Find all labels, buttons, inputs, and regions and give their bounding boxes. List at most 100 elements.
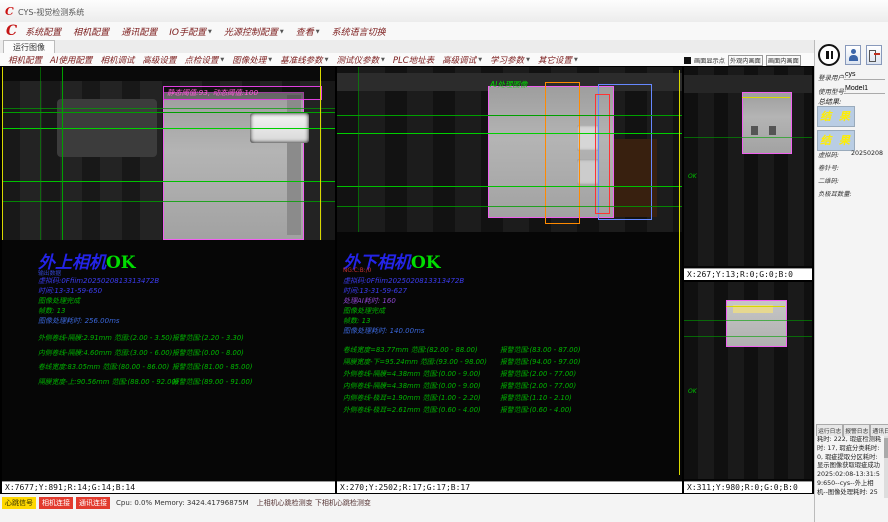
app-window: C CYS-视觉检测系统 C 系统配置 相机配置 通讯配置 IO手配置▼ 光源控…: [0, 0, 888, 522]
laser-line: [2, 67, 3, 240]
chevron-down-icon: ▼: [316, 29, 320, 35]
threshold-text: 静态阈值:93, 动态阈值:100: [167, 88, 258, 98]
toolbar-item[interactable]: 学习参数▼: [490, 54, 530, 66]
log-tab[interactable]: 通讯日志: [870, 424, 888, 436]
menu-item[interactable]: 光源控制配置▼: [224, 25, 284, 38]
aux-top-coordinate-bar: X:267;Y:13;R:0;G:0;B:0: [684, 268, 812, 280]
chevron-down-icon: ▼: [280, 29, 284, 35]
measure-row: 隔膜宽度-下=95.24mm 范围:(93.00 - 98.00) 报警范围:(…: [337, 356, 682, 368]
tab-strip: 运行图像: [0, 40, 888, 53]
overlay-subtext: NG:C:B:/0: [343, 268, 371, 274]
side-field-row: 负极耳数量:: [815, 189, 888, 202]
annotation-line: [337, 186, 682, 187]
toolbar-item[interactable]: 高级调试▼: [442, 54, 482, 66]
info-line: 图像处理耗时: 140.00ms: [343, 326, 464, 336]
machine-rail: [684, 75, 812, 93]
info-line: 虚拟码:0Ffiim2025020813313472B: [343, 276, 464, 286]
bottom-strip: 心跳信号相机连接通讯连接 Cpu: 0.0% Memory: 3424.4179…: [0, 494, 814, 522]
toolbar-item[interactable]: 测试仪参数▼: [337, 54, 385, 66]
title-bar: C CYS-视觉检测系统: [0, 0, 888, 23]
result-badge: 结 果: [817, 130, 855, 151]
view-option-2[interactable]: 画面内画面: [766, 55, 801, 66]
info-line: 帧数: 13: [38, 306, 159, 316]
status-badge: 心跳信号: [2, 497, 36, 509]
toolbar-item[interactable]: 图像处理▼: [232, 54, 272, 66]
info-line: 时间:13-31-59-627: [343, 286, 464, 296]
user-lock-button[interactable]: [845, 45, 861, 65]
annotation-line: [2, 112, 335, 113]
left-camera-panel: 静态阈值:93, 动态阈值:100 外上相机OK 输出数据 虚拟码:0Ffiim…: [2, 67, 335, 493]
measure-row: 内侧卷线-极耳=1.90mm 范围:(1.00 - 2.20) 报警范围:(1.…: [337, 392, 682, 404]
pause-button[interactable]: [818, 44, 840, 66]
info-line: 图像处理完成: [38, 296, 159, 306]
measure-row: 内侧卷线-隔膜=4.38mm 范围:(0.00 - 9.00) 报警范围:(2.…: [337, 380, 682, 392]
chevron-down-icon: ▼: [381, 57, 385, 63]
menu-item[interactable]: 通讯配置: [121, 25, 157, 38]
ai-image-label: AI处理图像: [490, 79, 527, 90]
measure-row: 内侧卷线-隔膜:4.60mm 范围:(3.00 - 6.00) 报警范围:(0.…: [2, 347, 335, 362]
left-camera-image[interactable]: 静态阈值:93, 动态阈值:100: [2, 67, 335, 240]
window-title: CYS-视觉检测系统: [18, 7, 84, 18]
battery-cell-region: [726, 300, 787, 347]
menu-item[interactable]: 相机配置: [73, 25, 109, 38]
chevron-down-icon: ▼: [325, 57, 329, 63]
toolbar-item[interactable]: 相机调试: [100, 54, 134, 66]
toolbar-item[interactable]: 高级设置: [142, 54, 176, 66]
user-label: 登录用户:: [818, 72, 846, 82]
cpu-memory-text: Cpu: 0.0% Memory: 3424.41796875M: [116, 499, 249, 507]
model-field[interactable]: [845, 84, 885, 94]
aux-bottom-image[interactable]: OK: [684, 282, 812, 479]
menu-item[interactable]: 系统配置: [25, 25, 61, 38]
aux-top-image[interactable]: OK: [684, 67, 812, 266]
measure-rows: 外侧卷线-隔膜:2.91mm 范围:(2.00 - 3.50) 报警范围:(2.…: [2, 332, 335, 390]
toolbar-item[interactable]: 其它设置▼: [538, 54, 578, 66]
brand-logo-icon: C: [6, 23, 17, 39]
view-mode-icon: [684, 57, 691, 64]
log-scrollbar[interactable]: [884, 436, 888, 498]
toolbar-item[interactable]: 基准线参数▼: [280, 54, 328, 66]
log-tab[interactable]: 报警日志: [843, 424, 870, 436]
annotation-line: [337, 115, 682, 116]
door-icon: [869, 50, 876, 62]
scrollbar-thumb[interactable]: [884, 438, 888, 458]
measure-rows: 卷线宽度=83.77mm 范围:(82.00 - 88.00) 报警范围:(83…: [337, 344, 682, 416]
chevron-down-icon: ▼: [574, 57, 578, 63]
annotation-line: [337, 133, 682, 134]
view-mode-label: 画面显示点: [694, 56, 725, 65]
annotation-line: [62, 67, 63, 240]
toolbar-item[interactable]: AI使用配置: [50, 54, 92, 66]
info-line: 图像处理耗时: 256.00ms: [38, 316, 159, 326]
status-bar: 心跳信号相机连接通讯连接 Cpu: 0.0% Memory: 3424.4179…: [2, 497, 371, 509]
measure-row: 卷线宽度=83.77mm 范围:(82.00 - 88.00) 报警范围:(83…: [337, 344, 682, 356]
heartbeat-notes: 上相机心跳检测变 下相机心跳检测变: [257, 498, 371, 508]
side-fields: 虚拟码: 20250208 卷针号: 二维码: 负极耳数量:: [815, 150, 888, 202]
toolbar-item[interactable]: 相机配置: [8, 54, 42, 66]
user-icon: [851, 49, 856, 54]
measure-row: 隔膜宽度-上:90.56mm 范围:(88.00 - 92.00) 报警范围:(…: [2, 376, 335, 391]
chevron-down-icon: ▼: [526, 57, 530, 63]
right-camera-image[interactable]: AI处理图像: [337, 67, 682, 232]
mini-status: OK: [688, 173, 697, 180]
view-option-1[interactable]: 外观内画面: [728, 55, 763, 66]
menu-item[interactable]: 查看▼: [296, 25, 320, 38]
measure-row: 外侧卷线-极耳=2.61mm 范围:(0.60 - 4.00) 报警范围:(0.…: [337, 404, 682, 416]
toolbar-item[interactable]: PLC地址表: [393, 54, 434, 66]
annotation-line: [40, 67, 41, 240]
status-ok: OK: [106, 253, 136, 273]
user-field[interactable]: [845, 70, 885, 80]
annotation-line: [2, 181, 335, 182]
status-badge: 通讯连接: [76, 497, 110, 509]
tab-run-image[interactable]: 运行图像: [3, 40, 55, 54]
side-panel: 登录用户: 使用型号: 总结果: 结 果结 果 虚拟码: 20250208 卷针…: [814, 40, 888, 522]
right-result-overlay: 外下相机OK NG:C:B:/0 虚拟码:0Ffiim2025020813313…: [337, 240, 682, 480]
menu-item[interactable]: 系统语言切换: [332, 25, 386, 38]
toolbar-item[interactable]: 点检设置▼: [184, 54, 224, 66]
log-tabs: 运行日志报警日志通讯日志: [816, 424, 888, 436]
log-tab[interactable]: 运行日志: [816, 424, 843, 436]
aux-camera-bottom-panel: OK X:311;Y:980;R:0;G:0;B:0: [684, 282, 812, 493]
side-field-row: 虚拟码: 20250208: [815, 150, 888, 163]
info-line: 处理AI耗时: 160: [343, 296, 464, 306]
logout-button[interactable]: [866, 45, 882, 65]
status-badge: 相机连接: [39, 497, 73, 509]
menu-item[interactable]: IO手配置▼: [169, 25, 212, 38]
